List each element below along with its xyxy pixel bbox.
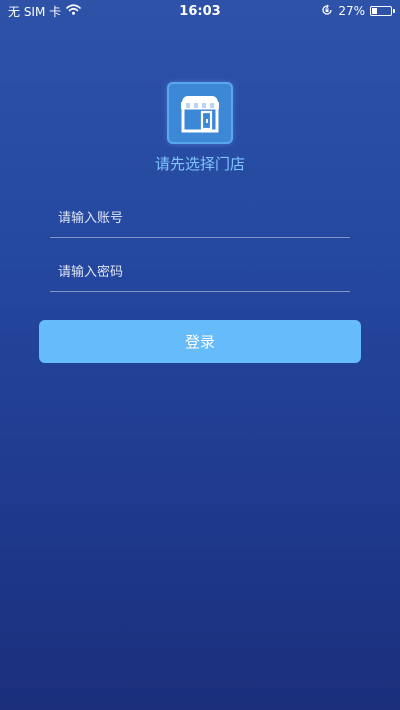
status-bar: 无 SIM 卡 16:03 27% (0, 0, 400, 22)
status-bar-left: 无 SIM 卡 (8, 3, 81, 20)
select-store-link[interactable]: 请先选择门店 (155, 153, 245, 174)
battery-level-fill (372, 8, 378, 14)
battery-percent: 27% (338, 4, 365, 18)
password-input[interactable] (50, 254, 350, 291)
status-bar-right: 27% (321, 4, 395, 19)
store-selector: 请先选择门店 (0, 82, 400, 174)
storefront-icon[interactable] (167, 82, 233, 144)
orientation-lock-icon (321, 4, 333, 19)
carrier-label: 无 SIM 卡 (8, 4, 62, 19)
account-input[interactable] (50, 200, 350, 237)
account-field (50, 200, 350, 238)
password-field (50, 254, 350, 292)
battery-icon (370, 6, 395, 16)
login-button[interactable]: 登录 (39, 320, 361, 363)
clock: 16:03 (179, 3, 221, 19)
wifi-icon (66, 4, 81, 18)
